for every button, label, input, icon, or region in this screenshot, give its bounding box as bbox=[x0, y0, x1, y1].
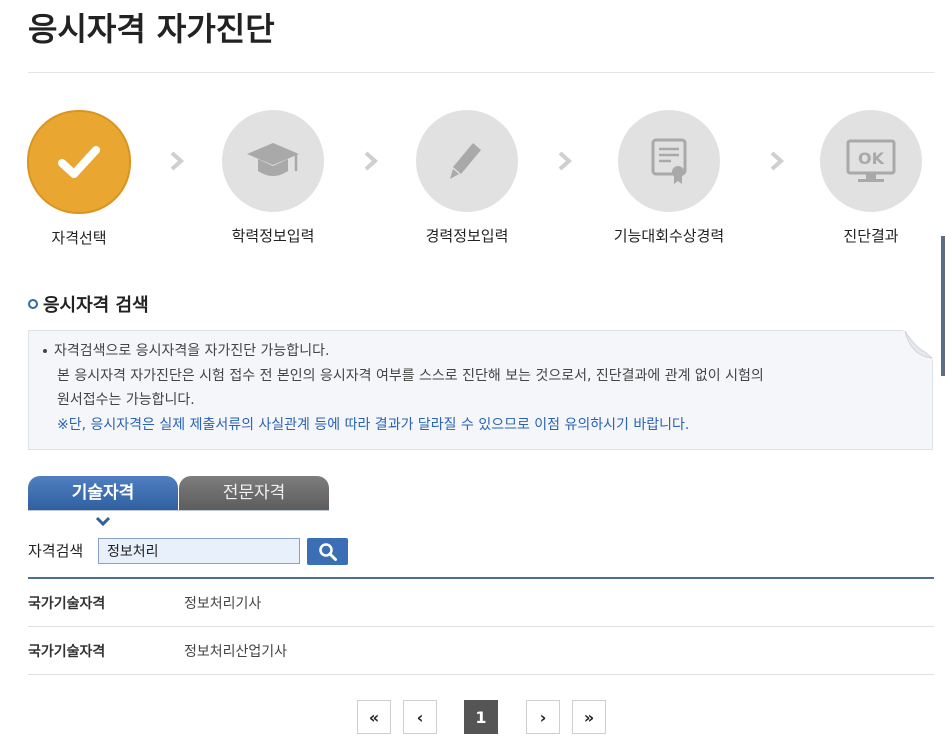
page-title: 응시자격 자가진단 bbox=[28, 10, 275, 48]
bullet-ring-icon bbox=[28, 299, 38, 309]
pagination-current-page[interactable]: 1 bbox=[464, 700, 498, 734]
step-career-input: 경력정보입력 bbox=[377, 110, 557, 246]
certificate-icon bbox=[618, 110, 720, 212]
step-qualification-select: 자격선택 bbox=[0, 110, 169, 248]
search-icon bbox=[318, 542, 337, 561]
pagination-last-button[interactable]: » bbox=[572, 700, 606, 734]
tab-underline bbox=[28, 510, 329, 511]
search-label: 자격검색 bbox=[28, 542, 84, 560]
notice-line: 본 응시자격 자가진단은 시험 접수 전 본인의 응시자격 여부를 스스로 진단… bbox=[57, 367, 764, 384]
pencil-icon bbox=[416, 110, 518, 212]
notice-text: 자격검색으로 응시자격을 자가진단 가능합니다. bbox=[54, 343, 330, 359]
chevron-right-icon bbox=[558, 151, 573, 171]
chevron-down-icon bbox=[95, 516, 111, 526]
step-label: 기능대회수상경력 bbox=[613, 227, 725, 245]
list-item[interactable]: 국가기술자격 정보처리산업기사 bbox=[28, 627, 934, 675]
pagination-next-button[interactable]: › bbox=[526, 700, 560, 734]
list-item[interactable]: 국가기술자격 정보처리기사 bbox=[28, 579, 934, 627]
step-competition-award: 기능대회수상경력 bbox=[579, 110, 759, 246]
pagination-prev-button[interactable]: ‹ bbox=[403, 700, 437, 734]
results-list: 국가기술자격 정보처리기사 국가기술자격 정보처리산업기사 bbox=[28, 577, 934, 675]
step-label: 경력정보입력 bbox=[425, 227, 509, 245]
svg-text:OK: OK bbox=[858, 149, 885, 168]
notice-warning: ※단, 응시자격은 실제 제출서류의 사실관계 등에 따라 결과가 달라질 수 … bbox=[57, 416, 690, 433]
scrollbar[interactable] bbox=[941, 236, 945, 376]
step-label: 학력정보입력 bbox=[231, 227, 315, 245]
step-education-input: 학력정보입력 bbox=[183, 110, 363, 246]
tab-technical-qualification[interactable]: 기술자격 bbox=[28, 476, 178, 511]
step-label: 진단결과 bbox=[843, 227, 899, 245]
result-name[interactable]: 정보처리기사 bbox=[184, 593, 261, 613]
result-name[interactable]: 정보처리산업기사 bbox=[184, 641, 287, 661]
graduation-cap-icon bbox=[222, 110, 324, 212]
bullet-dot-icon bbox=[43, 349, 47, 353]
page-curl-icon bbox=[903, 330, 933, 360]
tab-professional-qualification[interactable]: 전문자격 bbox=[179, 476, 329, 511]
result-category: 국가기술자격 bbox=[28, 643, 106, 660]
check-icon bbox=[27, 110, 131, 214]
notice-box: 자격검색으로 응시자격을 자가진단 가능합니다. 본 응시자격 자가진단은 시험… bbox=[28, 330, 933, 450]
notice-line: 자격검색으로 응시자격을 자가진단 가능합니다. bbox=[43, 339, 764, 364]
section-title: 응시자격 검색 bbox=[28, 291, 149, 317]
monitor-ok-icon: OK bbox=[820, 110, 922, 212]
step-diagnosis-result: OK 진단결과 bbox=[781, 110, 945, 246]
notice-line: 원서접수는 가능합니다. bbox=[57, 392, 195, 408]
search-input[interactable] bbox=[98, 538, 300, 564]
section-title-text: 응시자격 검색 bbox=[43, 295, 149, 316]
search-button[interactable] bbox=[307, 538, 348, 565]
title-divider bbox=[28, 72, 934, 73]
step-label: 자격선택 bbox=[51, 229, 107, 247]
result-category: 국가기술자격 bbox=[28, 595, 106, 612]
pagination-first-button[interactable]: « bbox=[357, 700, 391, 734]
